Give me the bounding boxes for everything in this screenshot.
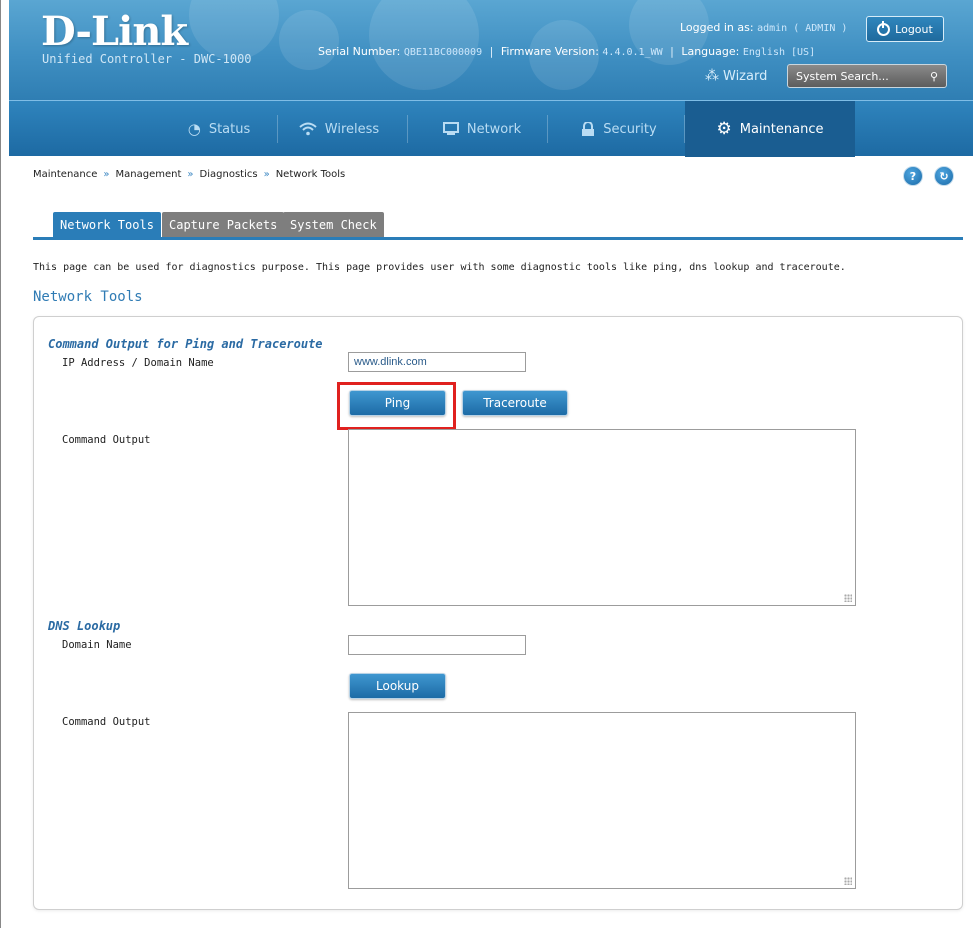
tab-network-tools[interactable]: Network Tools [53,212,161,238]
nav-separator [407,115,408,143]
breadcrumb-item[interactable]: Management [116,169,182,180]
breadcrumb-separator: » [103,169,110,180]
breadcrumb: Maintenance » Management » Diagnostics » Netwo… [33,169,345,180]
main-nav: ◔ Status Wireless Network Security ⚙ Mai… [9,100,973,157]
breadcrumb-item[interactable]: Maintenance [33,169,97,180]
device-info: Serial Number: QBE11BC000009 | Firmware … [318,45,815,58]
wifi-icon [299,122,317,136]
magic-wand-icon: ⁂ [705,68,719,84]
ping-button[interactable]: Ping [349,390,446,416]
section-title: Network Tools [33,289,143,305]
traceroute-button[interactable]: Traceroute [462,390,568,416]
ip-address-label: IP Address / Domain Name [62,357,214,369]
divider: | [489,45,494,58]
nav-item-wireless[interactable]: Wireless [289,101,389,157]
nav-item-status[interactable]: ◔ Status [169,101,269,157]
firmware-label: Firmware Version: [500,45,599,58]
tab-capture-packets[interactable]: Capture Packets [162,212,285,238]
logout-button[interactable]: Logout [866,16,944,42]
logged-in-value: admin ( ADMIN ) [757,23,848,34]
logged-in-label: Logged in as: [680,21,754,34]
nav-item-maintenance[interactable]: ⚙ Maintenance [685,101,855,157]
nav-label: Status [208,121,251,137]
resize-handle-icon[interactable] [844,877,852,885]
ip-address-input[interactable] [348,352,526,372]
tab-system-check[interactable]: System Check [283,212,384,238]
tab-underline [33,237,963,240]
header-decoration [279,10,339,70]
breadcrumb-separator: » [263,169,270,180]
network-tools-panel: Command Output for Ping and Traceroute I… [33,316,963,910]
nav-label: Maintenance [739,121,824,137]
nav-label: Security [603,121,657,137]
resize-handle-icon[interactable] [844,594,852,602]
ping-group-title: Command Output for Ping and Traceroute [48,337,323,351]
lock-icon [582,121,595,136]
logout-label: Logout [895,22,933,36]
header-decoration [189,0,279,60]
serial-value: QBE11BC000009 [403,47,483,58]
product-name: Unified Controller - DWC-1000 [42,52,252,66]
language-value[interactable]: English [US] [743,47,815,58]
language-label: Language: [681,45,740,58]
dns-output-textarea[interactable] [348,712,856,889]
header: D-Link Unified Controller - DWC-1000 Log… [9,0,973,100]
monitor-icon [442,122,459,135]
page-description: This page can be used for diagnostics pu… [33,262,846,273]
nav-item-network[interactable]: Network [427,101,537,157]
nav-separator [547,115,548,143]
search-placeholder: System Search... [796,69,889,83]
breadcrumb-separator: » [187,169,194,180]
nav-separator [277,115,278,143]
command-output-label: Command Output [62,434,151,446]
lookup-button[interactable]: Lookup [349,673,446,699]
dns-command-output-label: Command Output [62,716,151,728]
power-icon [877,20,891,36]
system-search-input[interactable]: System Search... ⚲ [787,64,947,88]
dns-group-title: DNS Lookup [48,619,121,633]
help-icon[interactable]: ? [903,166,923,186]
ping-output-textarea[interactable] [348,429,856,606]
refresh-icon[interactable]: ↻ [934,166,954,186]
search-icon: ⚲ [929,69,938,83]
domain-name-input[interactable] [348,635,526,655]
divider: | [670,45,674,58]
serial-label: Serial Number: [318,45,401,58]
wizard-label: Wizard [723,68,768,84]
page-frame: D-Link Unified Controller - DWC-1000 Log… [0,0,980,928]
brand-logo: D-Link [41,8,188,55]
nav-label: Wireless [324,121,380,137]
wizard-link[interactable]: ⁂ Wizard [705,68,767,84]
nav-item-security[interactable]: Security [564,101,674,157]
logged-in-info: Logged in as: admin ( ADMIN ) [680,21,847,34]
gauge-icon: ◔ [187,120,201,138]
nav-label: Network [466,121,522,137]
gears-icon: ⚙ [716,119,732,139]
breadcrumb-item[interactable]: Diagnostics [200,169,258,180]
domain-name-label: Domain Name [62,639,132,651]
breadcrumb-item-current: Network Tools [275,169,346,180]
firmware-value: 4.4.0.1_WW [602,47,663,58]
